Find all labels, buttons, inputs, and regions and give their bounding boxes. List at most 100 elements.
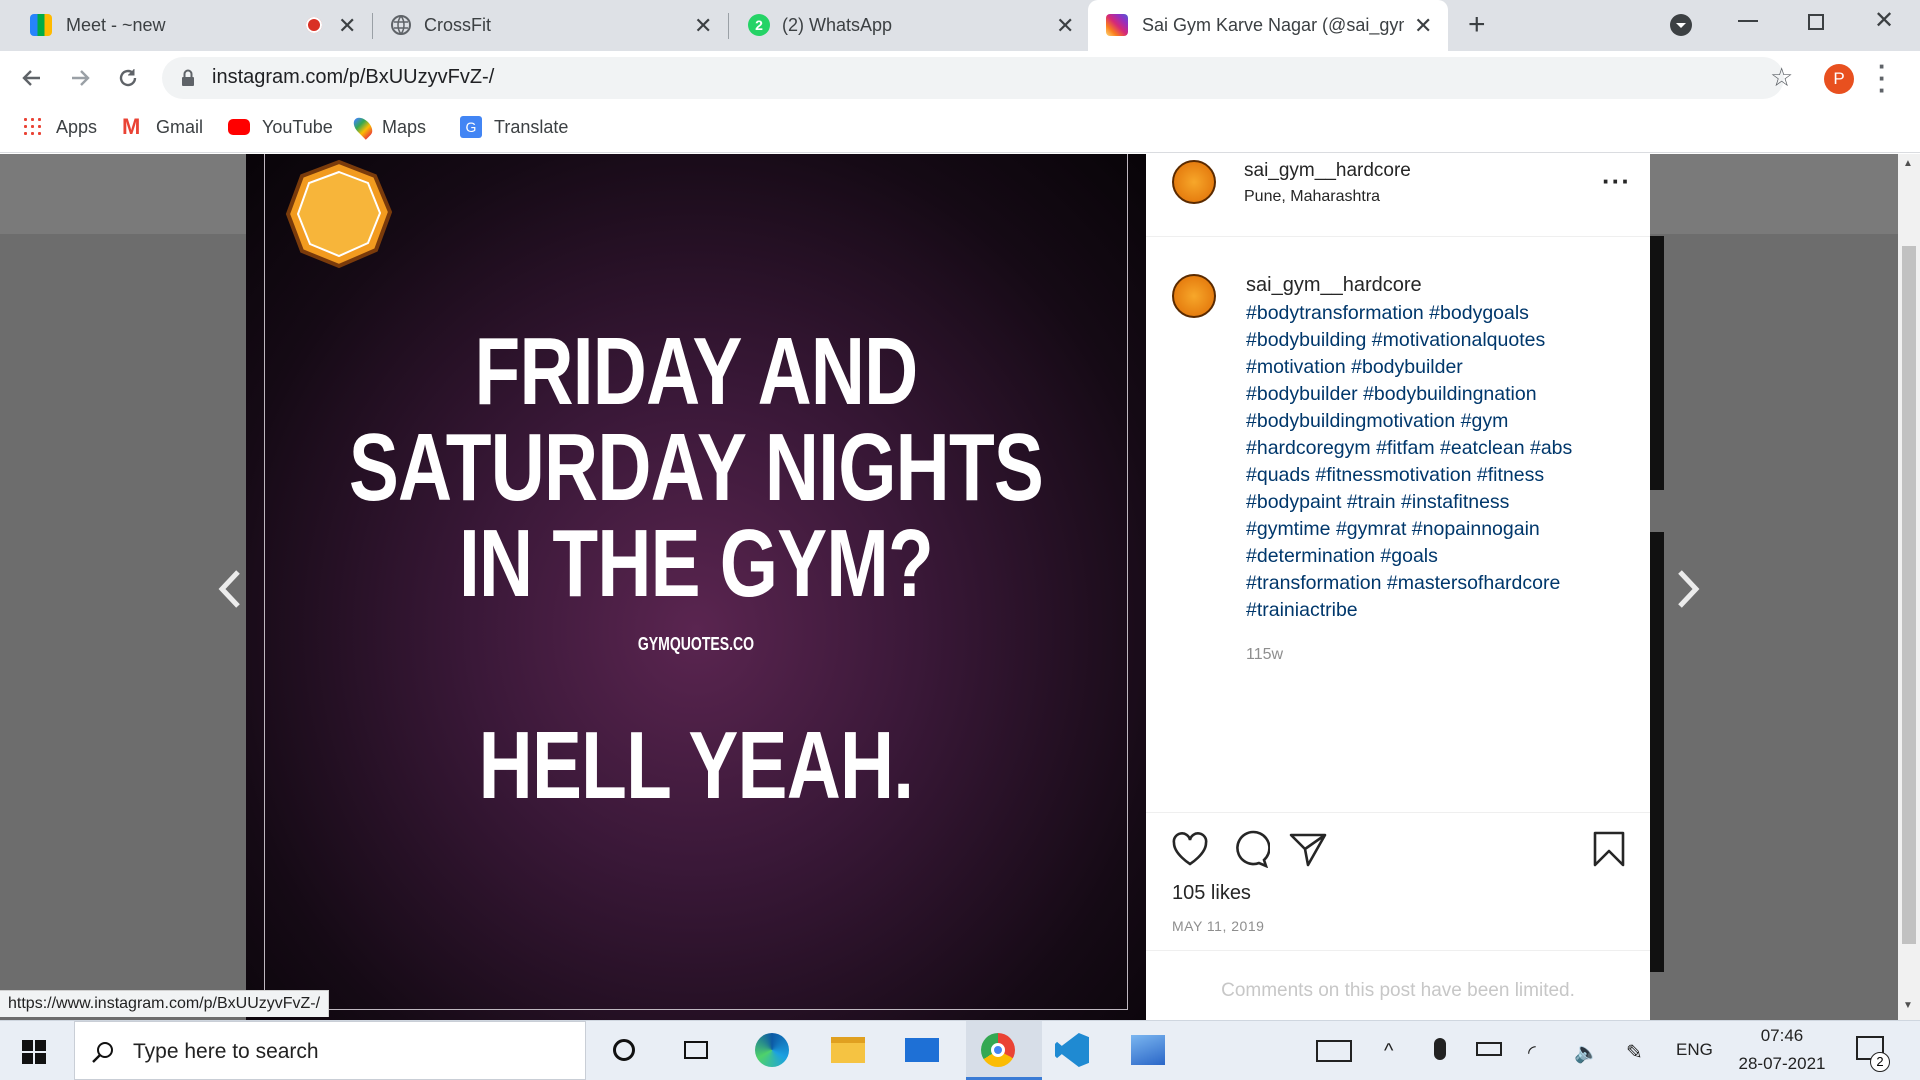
prev-post-arrow-icon[interactable] — [212, 566, 246, 612]
share-icon[interactable] — [1288, 830, 1328, 868]
cortana-icon[interactable] — [604, 1030, 644, 1070]
hashtag-line[interactable]: #bodybuildingmotivation #gym — [1246, 408, 1572, 435]
divider — [1146, 812, 1650, 813]
whatsapp-icon: 2 — [748, 14, 770, 36]
divider — [1146, 950, 1650, 951]
tab-search-button[interactable] — [1670, 14, 1692, 36]
edge-icon[interactable] — [752, 1030, 792, 1070]
divider — [1146, 236, 1650, 237]
caption-avatar[interactable] — [1172, 274, 1216, 318]
bookmark-youtube[interactable]: YouTube — [228, 115, 333, 139]
tab-title: Sai Gym Karve Nagar (@sai_gym — [1142, 15, 1404, 35]
save-bookmark-icon[interactable] — [1592, 830, 1626, 868]
bookmark-translate[interactable]: G Translate — [460, 115, 568, 139]
post-image[interactable]: FRIDAY AND SATURDAY NIGHTS IN THE GYM? G… — [246, 154, 1146, 1020]
forward-arrow-icon[interactable] — [68, 66, 92, 90]
page-scrollbar[interactable]: ▲ ▼ — [1898, 154, 1920, 1020]
caption-hashtags: #bodytransformation #bodygoals #bodybuil… — [1246, 300, 1572, 624]
windows-start-icon[interactable] — [22, 1040, 46, 1064]
hashtag-line[interactable]: #bodybuilder #bodybuildingnation — [1246, 381, 1572, 408]
show-hidden-icons-icon[interactable]: ^ — [1384, 1040, 1393, 1063]
tab-title: (2) WhatsApp — [782, 15, 893, 35]
back-arrow-icon[interactable] — [20, 66, 44, 90]
tab-crossfit[interactable]: CrossFit ✕ — [374, 0, 726, 51]
chevron-down-icon — [1676, 23, 1686, 28]
close-window-button[interactable]: ✕ — [1874, 6, 1894, 35]
file-explorer-icon[interactable] — [828, 1030, 868, 1070]
hashtag-line[interactable]: #bodypaint #train #instafitness — [1246, 489, 1572, 516]
battery-icon[interactable] — [1476, 1042, 1502, 1056]
next-post-arrow-icon[interactable] — [1672, 566, 1706, 612]
caption-username[interactable]: sai_gym__hardcore — [1246, 274, 1422, 297]
address-bar[interactable]: instagram.com/p/BxUUzyvFvZ-/ ☆ — [162, 57, 1793, 99]
bookmark-label: Apps — [56, 116, 98, 137]
globe-icon — [391, 15, 411, 35]
url-text[interactable]: instagram.com/p/BxUUzyvFvZ-/ — [212, 66, 494, 89]
gmail-icon: M — [122, 114, 141, 139]
bookmark-star-icon[interactable]: ☆ — [1770, 62, 1793, 93]
tab-instagram-active[interactable]: Sai Gym Karve Nagar (@sai_gym ✕ — [1088, 0, 1448, 51]
hashtag-line[interactable]: #quads #fitnessmotivation #fitness — [1246, 462, 1572, 489]
status-bar-url: https://www.instagram.com/p/BxUUzyvFvZ-/ — [0, 990, 330, 1017]
scroll-down-arrow-icon[interactable]: ▼ — [1903, 1000, 1913, 1011]
task-view-icon[interactable] — [676, 1030, 716, 1070]
post-age[interactable]: 115w — [1246, 646, 1283, 664]
quote-line-1: FRIDAY AND — [474, 318, 919, 425]
user-avatar[interactable] — [1172, 160, 1216, 204]
hashtag-line[interactable]: #transformation #mastersofhardcore — [1246, 570, 1572, 597]
hashtag-line[interactable]: #hardcoregym #fitfam #eatclean #abs — [1246, 435, 1572, 462]
news-widget-icon[interactable] — [1316, 1040, 1352, 1062]
scrollbar-thumb[interactable] — [1902, 246, 1916, 944]
pen-icon[interactable]: ✎ — [1626, 1040, 1643, 1065]
post-username[interactable]: sai_gym__hardcore — [1244, 160, 1411, 182]
hashtag-line[interactable]: #bodybuilding #motivationalquotes — [1246, 327, 1572, 354]
bookmark-maps[interactable]: Maps — [350, 114, 427, 140]
hashtag-line[interactable]: #trainiactribe — [1246, 597, 1572, 624]
bookmark-label: Maps — [382, 116, 427, 137]
clock-time[interactable]: 07:46 — [1730, 1026, 1834, 1046]
bookmark-apps[interactable]: Apps — [22, 115, 97, 139]
hashtag-line[interactable]: #gymtime #gymrat #nopainnogain — [1246, 516, 1572, 543]
bookmark-gmail[interactable]: M Gmail — [122, 115, 203, 139]
profile-avatar[interactable]: P — [1824, 64, 1854, 94]
vscode-icon[interactable] — [1052, 1030, 1092, 1070]
scroll-up-arrow-icon[interactable]: ▲ — [1903, 158, 1913, 169]
lock-icon — [182, 69, 194, 86]
mail-icon[interactable] — [902, 1030, 942, 1070]
photos-icon[interactable] — [1128, 1030, 1168, 1070]
close-tab-icon[interactable]: ✕ — [338, 13, 356, 39]
tab-title: Meet - ~new — [66, 15, 166, 35]
tab-whatsapp[interactable]: 2 (2) WhatsApp ✕ — [730, 0, 1086, 51]
language-indicator[interactable]: ENG — [1676, 1040, 1713, 1060]
quote-line-4: HELL YEAH. — [478, 712, 914, 819]
likes-count[interactable]: 105 likes — [1172, 882, 1251, 905]
close-tab-icon[interactable]: ✕ — [694, 13, 712, 39]
volume-icon[interactable]: 🔈 — [1574, 1040, 1599, 1065]
post-date[interactable]: MAY 11, 2019 — [1172, 918, 1264, 934]
new-tab-button[interactable]: + — [1468, 8, 1486, 42]
more-options-icon[interactable]: ··· — [1602, 166, 1631, 197]
chrome-icon[interactable] — [978, 1030, 1018, 1070]
taskbar-search-box[interactable]: Type here to search — [74, 1021, 586, 1080]
hashtag-line[interactable]: #motivation #bodybuilder — [1246, 354, 1572, 381]
menu-kebab-icon[interactable]: · · · — [1878, 53, 1887, 103]
hashtag-line[interactable]: #determination #goals — [1246, 543, 1572, 570]
quote-line-2: SATURDAY NIGHTS — [348, 414, 1044, 521]
notification-badge: 2 — [1870, 1052, 1890, 1072]
wifi-icon[interactable]: ◜ — [1528, 1040, 1536, 1065]
close-tab-icon[interactable]: ✕ — [1056, 13, 1074, 39]
reload-icon[interactable] — [116, 66, 140, 90]
microphone-icon[interactable] — [1434, 1038, 1446, 1060]
minimize-button[interactable] — [1738, 20, 1758, 22]
clock-date[interactable]: 28-07-2021 — [1730, 1054, 1834, 1074]
hashtag-line[interactable]: #bodytransformation #bodygoals — [1246, 300, 1572, 327]
search-placeholder: Type here to search — [133, 1040, 319, 1063]
comment-icon[interactable] — [1230, 830, 1270, 868]
bookmark-label: Gmail — [156, 116, 204, 137]
restore-button[interactable] — [1808, 14, 1824, 30]
tab-meet[interactable]: Meet - ~new ✕ — [0, 0, 370, 51]
close-tab-icon[interactable]: ✕ — [1414, 13, 1432, 39]
heart-icon[interactable] — [1170, 830, 1210, 868]
post-location[interactable]: Pune, Maharashtra — [1244, 188, 1380, 206]
background-post-edge — [1650, 532, 1664, 972]
